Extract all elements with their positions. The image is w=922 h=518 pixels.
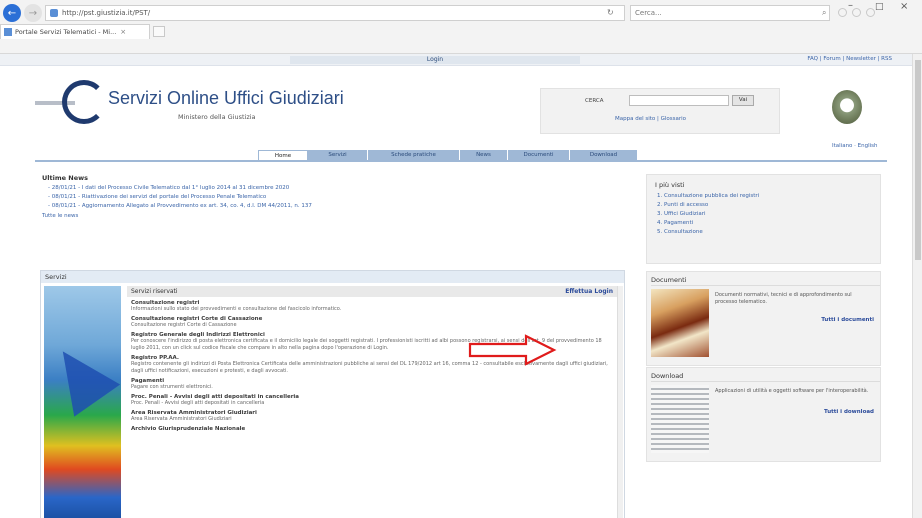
- service-item: Area Riservata Amministratori Giudiziari…: [131, 410, 613, 423]
- news-item[interactable]: - 08/01/21 - Riattivazione dei servizi d…: [42, 194, 602, 200]
- home-icon[interactable]: [838, 8, 847, 17]
- documenti-image: [651, 289, 709, 357]
- service-item: Pagamenti Pagare con strumenti elettroni…: [131, 378, 613, 391]
- nav-tab-documenti[interactable]: Documenti: [508, 150, 570, 160]
- news-item[interactable]: - 28/01/21 - I dati del Processo Civile …: [42, 185, 602, 191]
- piu-visti-panel: I più visti 1. Consultazione pubblica de…: [646, 174, 881, 264]
- site-header: Servizi Online Uffici Giudiziari Ministe…: [0, 66, 912, 136]
- forward-arrow-icon[interactable]: →: [24, 4, 42, 22]
- servizi-riservati-label: Servizi riservati: [131, 288, 178, 295]
- nav-tab-download[interactable]: Download: [570, 150, 638, 160]
- forward-glyph: →: [28, 7, 38, 19]
- close-window-icon[interactable]: ×: [900, 1, 908, 12]
- service-item: Proc. Penali - Avvisi degli atti deposit…: [131, 394, 613, 407]
- vai-button[interactable]: Vai: [732, 95, 754, 106]
- service-item: Consultazione registri Corte di Cassazio…: [131, 316, 613, 329]
- documenti-title: Documenti: [651, 276, 880, 286]
- page-scrollbar-thumb[interactable]: [915, 60, 921, 260]
- address-bar[interactable]: http://pst.giustizia.it/PST/: [45, 5, 625, 21]
- piu-visti-item[interactable]: 2. Punti di accesso: [657, 202, 880, 208]
- utility-links[interactable]: FAQ | Forum | Newsletter | RSS: [807, 56, 892, 62]
- browser-chrome: ← → http://pst.giustizia.it/PST/ ↻ Cerca…: [0, 0, 922, 54]
- servizi-riservati-bar: Servizi riservati Effettua Login: [127, 286, 617, 297]
- site-search-input[interactable]: [629, 95, 729, 106]
- browser-search-input[interactable]: Cerca...: [630, 5, 830, 21]
- news-title: Ultime News: [42, 174, 89, 182]
- tab-title: Portale Servizi Telematici - Mi...: [15, 28, 117, 36]
- servizi-list: Servizi riservati Effettua Login Consult…: [127, 286, 617, 518]
- effettua-login-link[interactable]: Effettua Login: [565, 288, 613, 295]
- piu-visti-item[interactable]: 1. Consultazione pubblica dei registri: [657, 193, 880, 199]
- service-item: Archivio Giurisprudenziale Nazionale: [131, 426, 613, 432]
- piu-visti-item[interactable]: 4. Pagamenti: [657, 220, 880, 226]
- site-logo-icon[interactable]: [62, 80, 106, 124]
- cerca-label: CERCA: [585, 98, 604, 104]
- service-description: Informazioni sullo stato dei provvedimen…: [131, 306, 342, 312]
- tab-close-icon[interactable]: ×: [120, 28, 126, 36]
- download-panel: Download Applicazioni di utilità e ogget…: [646, 367, 881, 462]
- service-item: Consultazione registri Informazioni sull…: [131, 300, 613, 313]
- browser-search-placeholder: Cerca...: [635, 9, 662, 17]
- site-favicon-icon: [50, 9, 58, 17]
- servizi-header: Servizi: [41, 271, 624, 283]
- servizi-panel: Servizi Servizi riservati Effettua Login…: [39, 270, 625, 518]
- servizi-illustration: [39, 286, 121, 518]
- documenti-panel: Documenti Documenti normativi, tecnici e…: [646, 271, 881, 366]
- tutti-download-link[interactable]: Tutti i download: [824, 409, 874, 415]
- back-glyph: ←: [7, 7, 17, 19]
- tutti-documenti-link[interactable]: Tutti i documenti: [821, 317, 874, 323]
- servizi-scrollbar[interactable]: [617, 286, 623, 518]
- new-tab-button[interactable]: [153, 26, 165, 37]
- cursor-arrow-graphic: [39, 335, 121, 417]
- download-text: Applicazioni di utilità e oggetti softwa…: [715, 388, 869, 394]
- piu-visti-title: I più visti: [655, 181, 685, 189]
- refresh-icon[interactable]: ↻: [607, 8, 614, 17]
- nav-tab-home[interactable]: Home: [258, 150, 308, 160]
- service-description: Pagare con strumenti elettronici.: [131, 384, 213, 390]
- language-links[interactable]: Italiano · English: [832, 143, 878, 149]
- site-title[interactable]: Servizi Online Uffici Giudiziari: [108, 88, 344, 109]
- documenti-text: Documenti normativi, tecnici e di approf…: [715, 292, 852, 305]
- login-bar[interactable]: Login: [290, 56, 580, 64]
- minimize-window-icon[interactable]: –: [848, 0, 853, 11]
- download-image: [651, 385, 709, 453]
- news-section: Ultime News - 28/01/21 - I dati del Proc…: [42, 174, 602, 219]
- nav-tab-servizi[interactable]: Servizi: [308, 150, 368, 160]
- site-search-panel: CERCA Vai Mappa del sito | Glossario: [540, 88, 780, 134]
- italian-republic-emblem-icon: [832, 90, 862, 124]
- download-title: Download: [651, 372, 880, 382]
- page-scrollbar[interactable]: [912, 54, 922, 518]
- favorites-star-icon[interactable]: [852, 8, 861, 17]
- piu-visti-item[interactable]: 5. Consultazione: [657, 229, 880, 235]
- back-arrow-icon[interactable]: ←: [3, 4, 21, 22]
- maximize-window-icon[interactable]: □: [875, 2, 884, 12]
- piu-visti-item[interactable]: 3. Uffici Giudiziari: [657, 211, 880, 217]
- service-title[interactable]: Archivio Giurisprudenziale Nazionale: [131, 426, 613, 432]
- settings-gear-icon[interactable]: [866, 8, 875, 17]
- red-annotation-arrow-icon: [468, 334, 557, 366]
- site-subtitle: Ministero della Giustizia: [178, 113, 256, 121]
- browser-tab[interactable]: Portale Servizi Telematici - Mi... ×: [0, 24, 150, 39]
- service-description: Consultazione registri Corte di Cassazio…: [131, 322, 237, 328]
- all-news-link[interactable]: Tutte le news: [42, 213, 602, 219]
- web-page: Login FAQ | Forum | Newsletter | RSS Ser…: [0, 54, 912, 518]
- service-description: Area Riservata Amministratori Giudiziari: [131, 416, 232, 422]
- nav-tab-news[interactable]: News: [460, 150, 508, 160]
- news-item[interactable]: - 08/01/21 - Aggiornamento Allegato al P…: [42, 203, 602, 209]
- tab-favicon-icon: [4, 28, 12, 36]
- top-bar: Login FAQ | Forum | Newsletter | RSS: [0, 54, 912, 66]
- main-navigation: Home Servizi Schede pratiche News Documenti D…: [258, 150, 638, 160]
- nav-divider: [35, 160, 887, 162]
- service-description: Proc. Penali - Avvisi degli atti deposit…: [131, 400, 265, 406]
- nav-tab-schede-pratiche[interactable]: Schede pratiche: [368, 150, 460, 160]
- sitemap-glossary-links[interactable]: Mappa del sito | Glossario: [615, 116, 686, 122]
- address-url[interactable]: http://pst.giustizia.it/PST/: [62, 9, 150, 17]
- search-icon[interactable]: ⌕: [822, 8, 826, 18]
